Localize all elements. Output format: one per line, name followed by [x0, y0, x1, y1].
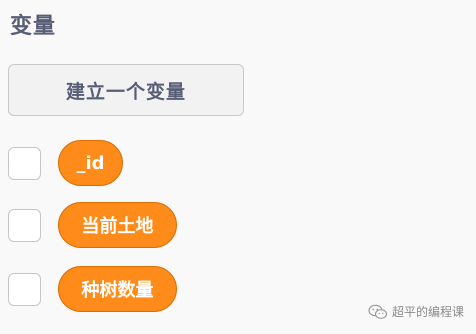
watermark-text: 超平的编程课 — [391, 305, 464, 319]
variable-reporter[interactable]: _id — [58, 140, 123, 186]
variable-checkbox[interactable] — [8, 208, 41, 242]
variable-row: 种树数量 — [8, 266, 177, 312]
make-variable-button[interactable]: 建立一个变量 — [8, 64, 244, 116]
variable-row: _id — [8, 140, 123, 186]
section-title: 变量 — [10, 14, 57, 39]
wechat-icon — [368, 304, 388, 319]
variable-reporter[interactable]: 种树数量 — [58, 266, 177, 312]
variable-checkbox[interactable] — [8, 272, 41, 306]
variable-reporter[interactable]: 当前土地 — [58, 202, 177, 248]
variable-row: 当前土地 — [8, 202, 177, 248]
watermark: 超平的编程课 — [368, 303, 464, 320]
variable-checkbox[interactable] — [8, 146, 41, 180]
